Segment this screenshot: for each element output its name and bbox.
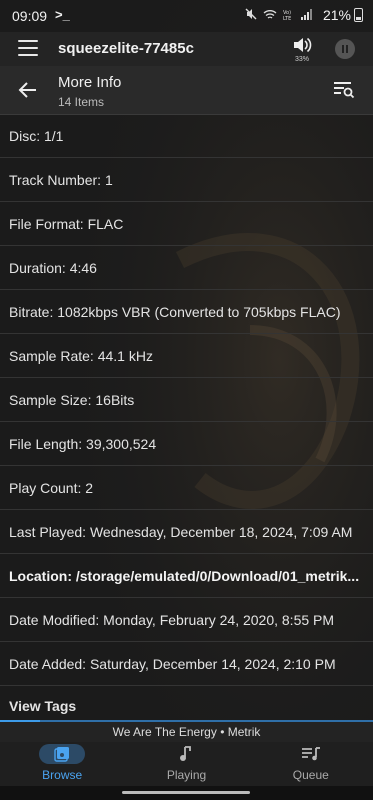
svg-text:LTE: LTE (283, 16, 291, 20)
search-list-icon[interactable] (333, 81, 355, 99)
volume-percent: 33% (294, 56, 309, 63)
status-time: 09:09 (12, 8, 48, 24)
info-date-modified: Date Modified: Monday, February 24, 2020… (0, 598, 373, 642)
now-playing-text: We Are The Energy • Metrik (112, 725, 261, 739)
gesture-bar (0, 786, 373, 800)
tab-playing-label: Playing (166, 768, 207, 782)
status-bar: 09:09 >_ Vo) LTE 21% (0, 0, 373, 32)
terminal-icon: >_ (55, 7, 70, 22)
sub-header: More Info 14 Items (0, 66, 373, 115)
info-sample-size: Sample Size: 16Bits (0, 378, 373, 422)
menu-icon[interactable] (18, 40, 38, 56)
status-icons: Vo) LTE (245, 8, 313, 20)
tab-browse[interactable]: Browse (0, 742, 124, 786)
wifi-icon (263, 9, 277, 19)
info-date-added: Date Added: Saturday, December 14, 2024,… (0, 642, 373, 686)
pause-button[interactable] (335, 39, 355, 59)
volume-icon (294, 37, 312, 53)
info-play-count: Play Count: 2 (0, 466, 373, 510)
app-bar: squeezelite-77485c 33% (0, 32, 373, 66)
info-duration: Duration: 4:46 (0, 246, 373, 290)
info-disc: Disc: 1/1 (0, 114, 373, 158)
page-title: More Info (58, 74, 122, 91)
music-note-icon (163, 744, 209, 764)
volte-icon: Vo)LTE (283, 10, 291, 20)
bottom-nav: Browse Playing Queue (0, 742, 373, 786)
tab-queue-label: Queue (292, 768, 329, 782)
info-sample-rate: Sample Rate: 44.1 kHz (0, 334, 373, 378)
playback-progress (0, 720, 40, 722)
queue-icon (288, 744, 334, 764)
info-last-played: Last Played: Wednesday, December 18, 202… (0, 510, 373, 554)
info-list: Disc: 1/1 Track Number: 1 File Format: F… (0, 114, 373, 716)
tab-browse-label: Browse (42, 768, 83, 782)
player-name[interactable]: squeezelite-77485c (58, 40, 194, 57)
info-location[interactable]: Location: /storage/emulated/0/Download/0… (0, 554, 373, 598)
battery-text: 21% (322, 7, 351, 23)
tab-queue[interactable]: Queue (249, 742, 373, 786)
home-gesture-pill[interactable] (122, 791, 250, 794)
back-arrow-icon[interactable] (18, 81, 38, 99)
signal-icon (301, 8, 312, 20)
info-track-number: Track Number: 1 (0, 158, 373, 202)
mute-icon (245, 8, 257, 20)
battery-status: 21% (323, 7, 363, 23)
browse-icon (39, 744, 86, 764)
item-count: 14 Items (58, 95, 105, 109)
view-tags-item[interactable]: View Tags (0, 686, 373, 716)
now-playing-bar[interactable]: We Are The Energy • Metrik (0, 720, 373, 742)
info-bitrate: Bitrate: 1082kbps VBR (Converted to 705k… (0, 290, 373, 334)
battery-icon (354, 8, 363, 22)
info-file-format: File Format: FLAC (0, 202, 373, 246)
volume-button[interactable]: 33% (291, 37, 313, 63)
info-file-length: File Length: 39,300,524 (0, 422, 373, 466)
tab-playing[interactable]: Playing (124, 742, 248, 786)
